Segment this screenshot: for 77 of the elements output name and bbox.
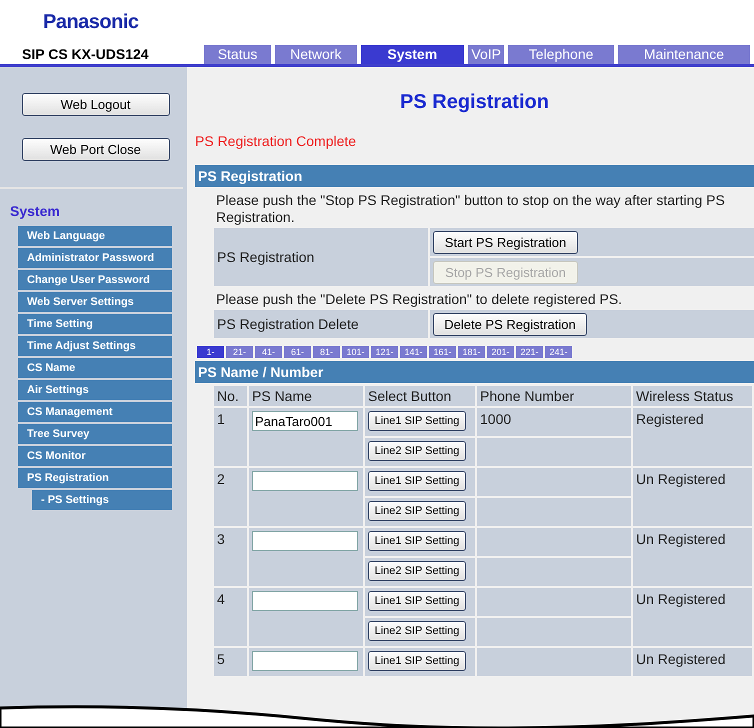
sidebar-menu-item[interactable]: - PS Settings	[32, 490, 172, 510]
delete-button[interactable]: Delete PS Registration	[433, 312, 587, 336]
instruction-text: Please push the "Stop PS Registration" button to stop on the way after starting PS Registration.	[215, 191, 726, 227]
sidebar-menu-item[interactable]: Change User Password	[18, 270, 172, 290]
nav-tab[interactable]: Telephone	[508, 45, 614, 64]
field-label: PS Registration	[214, 228, 428, 286]
sip-setting-button[interactable]: Line2 SIP Setting	[368, 441, 466, 461]
page-tab[interactable]: 101-	[342, 346, 369, 358]
ps-name-field[interactable]	[252, 651, 358, 671]
page-tab[interactable]: 1-	[197, 346, 224, 358]
sip-setting-button[interactable]: Line2 SIP Setting	[368, 621, 466, 641]
instruction-text: Please push the "Delete PS Registration" to delete registered PS.	[215, 290, 624, 309]
sidebar-button[interactable]: Web Port Close	[22, 138, 170, 161]
table-cell: Un Registered	[633, 588, 752, 646]
sip-setting-button[interactable]: Line1 SIP Setting	[368, 591, 466, 611]
table-cell: Un Registered	[633, 648, 752, 676]
table-cell: 3	[214, 528, 247, 586]
ps-name-field[interactable]	[252, 591, 358, 611]
column-header: No.	[214, 386, 247, 406]
field-label: PS Registration Delete	[214, 310, 428, 338]
table-cell: 4	[214, 588, 247, 646]
column-header: Wireless Status	[633, 386, 752, 406]
section-header: PS Name / Number	[195, 361, 754, 383]
ps-name-field[interactable]	[252, 471, 358, 491]
column-header: Phone Number	[477, 386, 631, 406]
ps-name-field[interactable]: PanaTaro001	[252, 411, 358, 431]
nav-tab[interactable]: Maintenance	[618, 45, 750, 64]
page-title: PS Registration	[399, 90, 550, 115]
sidebar-button[interactable]: Web Logout	[22, 93, 170, 116]
page-tab[interactable]: 141-	[400, 346, 427, 358]
page-tab[interactable]: 161-	[429, 346, 456, 358]
sip-setting-button[interactable]: Line1 SIP Setting	[368, 531, 466, 551]
page-tab[interactable]: 201-	[487, 346, 514, 358]
section-header: PS Registration	[195, 165, 754, 187]
sidebar-menu-item[interactable]: Time Setting	[18, 314, 172, 334]
sidebar-menu-item[interactable]: Web Language	[18, 226, 172, 246]
table-cell: Registered	[633, 408, 752, 466]
table-cell: Un Registered	[633, 468, 752, 526]
sidebar-menu-item[interactable]: Web Server Settings	[18, 292, 172, 312]
sidebar-menu-item[interactable]: Administrator Password	[18, 248, 172, 268]
column-header: Select Button	[365, 386, 475, 406]
brand-logo: Panasonic	[43, 10, 139, 34]
nav-tab[interactable]: Network	[275, 45, 357, 64]
page-tab[interactable]: 21-	[226, 346, 253, 358]
sip-setting-button[interactable]: Line2 SIP Setting	[368, 561, 466, 581]
page-tab[interactable]: 121-	[371, 346, 398, 358]
nav-tab[interactable]: System	[360, 45, 464, 64]
sip-setting-button[interactable]: Line1 SIP Setting	[368, 471, 466, 491]
column-header: PS Name	[249, 386, 363, 406]
table-cell: Un Registered	[633, 528, 752, 586]
sidebar-menu-item[interactable]: PS Registration	[18, 468, 172, 488]
page-tab[interactable]: 61-	[284, 346, 311, 358]
page-tab[interactable]: 241-	[545, 346, 572, 358]
sidebar-menu-item[interactable]: Air Settings	[18, 380, 172, 400]
table-cell: 2	[214, 468, 247, 526]
sip-setting-button[interactable]: Line1 SIP Setting	[368, 651, 466, 671]
device-model: SIP CS KX-UDS124	[21, 46, 150, 62]
sidebar-menu-item[interactable]: CS Management	[18, 402, 172, 422]
table-cell: 1	[214, 408, 247, 466]
sidebar-section-title: System	[9, 202, 61, 221]
ps-name-field[interactable]	[252, 531, 358, 551]
table-cell: 5	[214, 648, 247, 676]
sidebar-menu-item[interactable]: CS Name	[18, 358, 172, 378]
registration-button[interactable]: Start PS Registration	[433, 230, 578, 254]
nav-tab[interactable]: Status	[204, 45, 272, 64]
table-cell: 1000	[477, 408, 631, 436]
status-message: PS Registration Complete	[195, 132, 358, 151]
sidebar-menu-item[interactable]: Tree Survey	[18, 424, 172, 444]
page-tab[interactable]: 181-	[458, 346, 485, 358]
page-tab[interactable]: 41-	[255, 346, 282, 358]
page-tab[interactable]: 81-	[313, 346, 340, 358]
sidebar-menu-item[interactable]: Time Adjust Settings	[18, 336, 172, 356]
nav-tab[interactable]: VoIP	[468, 45, 504, 64]
sip-setting-button[interactable]: Line1 SIP Setting	[368, 411, 466, 431]
page-tab[interactable]: 221-	[516, 346, 543, 358]
sip-setting-button[interactable]: Line2 SIP Setting	[368, 501, 466, 521]
sidebar-menu-item[interactable]: CS Monitor	[18, 446, 172, 466]
